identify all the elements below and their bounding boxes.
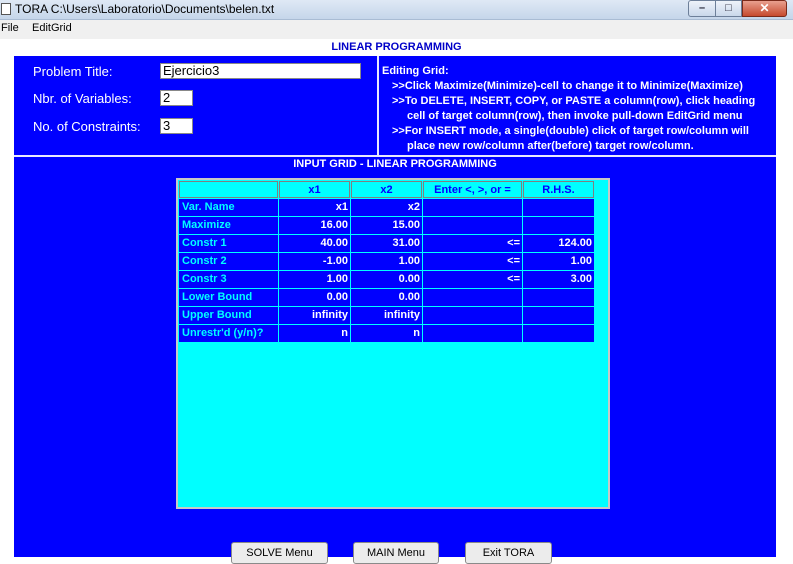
grid-header-x1[interactable]: x1 <box>279 181 350 198</box>
row-label-constr-2[interactable]: Constr 2 <box>179 253 278 270</box>
editing-help-line: place new row/column after(before) targe… <box>407 140 694 152</box>
cell-lower-bound-x1[interactable]: 0.00 <box>279 289 350 306</box>
cell-unrestricted-op[interactable] <box>423 325 522 342</box>
title-bar: TORA C:\Users\Laboratorio\Documents\bele… <box>0 0 793 20</box>
cell-maximize-rhs[interactable] <box>523 217 594 234</box>
grid-header-operator[interactable]: Enter <, >, or = <box>423 181 522 198</box>
solve-menu-button[interactable]: SOLVE Menu <box>231 542 328 564</box>
minimize-button[interactable]: – <box>688 0 716 17</box>
grid-header-x2[interactable]: x2 <box>351 181 422 198</box>
editing-help-line: >>For INSERT mode, a single(double) clic… <box>392 125 749 137</box>
grid-header-rhs[interactable]: R.H.S. <box>523 181 594 198</box>
cell-constr-2-x1[interactable]: -1.00 <box>279 253 350 270</box>
cell-maximize-x1[interactable]: 16.00 <box>279 217 350 234</box>
cell-upper-bound-op[interactable] <box>423 307 522 324</box>
cell-unrestricted-x1[interactable]: n <box>279 325 350 342</box>
cell-constr-1-op[interactable]: <= <box>423 235 522 252</box>
variables-input[interactable]: 2 <box>160 90 193 106</box>
maximize-button[interactable]: □ <box>715 0 742 17</box>
row-label-lower-bound[interactable]: Lower Bound <box>179 289 278 306</box>
cell-maximize-x2[interactable]: 15.00 <box>351 217 422 234</box>
cell-var-name-rhs[interactable] <box>523 199 594 216</box>
editing-help-line: cell of target column(row), then invoke … <box>407 110 743 122</box>
problem-title-input[interactable]: Ejercicio3 <box>160 63 361 79</box>
cell-lower-bound-x2[interactable]: 0.00 <box>351 289 422 306</box>
app-icon <box>1 3 11 15</box>
cell-constr-2-rhs[interactable]: 1.00 <box>523 253 594 270</box>
row-label-constr-3[interactable]: Constr 3 <box>179 271 278 288</box>
row-label-maximize[interactable]: Maximize <box>179 217 278 234</box>
cell-constr-3-x1[interactable]: 1.00 <box>279 271 350 288</box>
cell-constr-2-op[interactable]: <= <box>423 253 522 270</box>
close-button[interactable]: ✕ <box>742 0 787 17</box>
problem-title-label: Problem Title: <box>33 64 113 79</box>
menu-file[interactable]: File <box>1 22 19 34</box>
minimize-icon: – <box>698 2 706 14</box>
page-heading-text: LINEAR PROGRAMMING <box>331 41 462 53</box>
cell-lower-bound-op[interactable] <box>423 289 522 306</box>
cell-upper-bound-rhs[interactable] <box>523 307 594 324</box>
cell-unrestricted-x2[interactable]: n <box>351 325 422 342</box>
exit-tora-button[interactable]: Exit TORA <box>465 542 552 564</box>
constraints-label: No. of Constraints: <box>33 119 141 134</box>
constraints-input[interactable]: 3 <box>160 118 193 134</box>
editing-help: Editing Grid: >>Click Maximize(Minimize)… <box>382 64 755 154</box>
window-title: TORA C:\Users\Laboratorio\Documents\bele… <box>15 2 275 16</box>
panel-divider-vertical <box>377 56 379 155</box>
row-label-var-name[interactable]: Var. Name <box>179 199 278 216</box>
menu-bar: File EditGrid <box>0 20 793 39</box>
cell-constr-3-rhs[interactable]: 3.00 <box>523 271 594 288</box>
main-menu-button[interactable]: MAIN Menu <box>353 542 439 564</box>
input-grid: x1 x2 Enter <, >, or = R.H.S. Var. Name … <box>176 178 610 509</box>
cell-constr-1-x1[interactable]: 40.00 <box>279 235 350 252</box>
menu-editgrid[interactable]: EditGrid <box>32 22 72 34</box>
cell-var-name-x1[interactable]: x1 <box>279 199 350 216</box>
row-label-constr-1[interactable]: Constr 1 <box>179 235 278 252</box>
cell-upper-bound-x1[interactable]: infinity <box>279 307 350 324</box>
editing-help-line: >>To DELETE, INSERT, COPY, or PASTE a co… <box>392 95 756 107</box>
editing-help-title: Editing Grid: <box>382 65 449 77</box>
cell-var-name-x2[interactable]: x2 <box>351 199 422 216</box>
cell-constr-2-x2[interactable]: 1.00 <box>351 253 422 270</box>
cell-constr-1-x2[interactable]: 31.00 <box>351 235 422 252</box>
cell-unrestricted-rhs[interactable] <box>523 325 594 342</box>
editing-help-line: >>Click Maximize(Minimize)-cell to chang… <box>392 80 743 92</box>
row-label-upper-bound[interactable]: Upper Bound <box>179 307 278 324</box>
cell-constr-3-op[interactable]: <= <box>423 271 522 288</box>
cell-upper-bound-x2[interactable]: infinity <box>351 307 422 324</box>
page-heading: LINEAR PROGRAMMING <box>0 39 793 56</box>
cell-maximize-op[interactable] <box>423 217 522 234</box>
panel-divider-horizontal <box>14 155 776 157</box>
close-icon: ✕ <box>759 1 770 15</box>
cell-lower-bound-rhs[interactable] <box>523 289 594 306</box>
grid-title: INPUT GRID - LINEAR PROGRAMMING <box>293 158 497 170</box>
cell-constr-3-x2[interactable]: 0.00 <box>351 271 422 288</box>
cell-var-name-op[interactable] <box>423 199 522 216</box>
variables-label: Nbr. of Variables: <box>33 91 132 106</box>
grid-header-corner[interactable] <box>179 181 278 198</box>
cell-constr-1-rhs[interactable]: 124.00 <box>523 235 594 252</box>
row-label-unrestricted[interactable]: Unrestr'd (y/n)? <box>179 325 278 342</box>
maximize-icon: □ <box>725 2 732 14</box>
